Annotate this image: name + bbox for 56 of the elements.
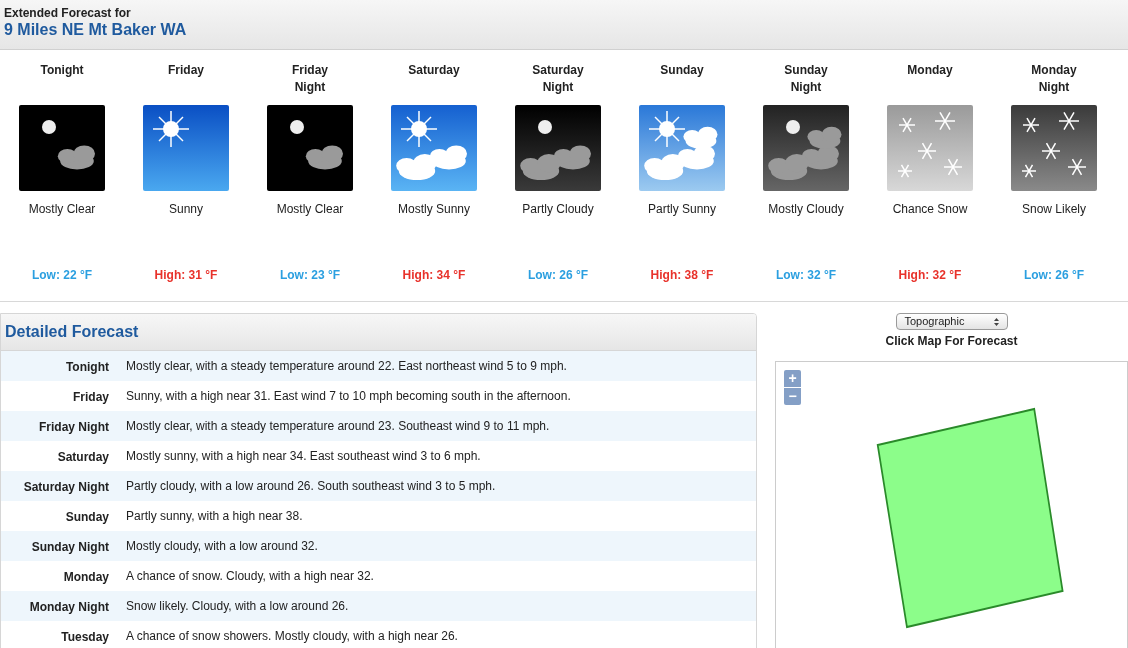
forecast-summary: Mostly Clear <box>276 201 344 217</box>
period-label: Sunday <box>64 509 109 526</box>
period-name: Saturday <box>407 62 461 79</box>
forecast-summary: Mostly Cloudy <box>768 201 844 217</box>
temperature: Low: 32 °F <box>775 267 837 284</box>
period-label: Friday Night <box>38 419 109 436</box>
forecast-summary: Sunny <box>169 201 203 217</box>
temperature: High: 34 °F <box>402 267 466 284</box>
forecast-text: Partly cloudy, with a low around 26. South southeast wind 3 to 5 mph. <box>126 478 496 495</box>
temperature: Low: 23 °F <box>279 267 341 284</box>
period-label: Sunday Night <box>30 539 109 556</box>
temperature: Low: 26 °F <box>1023 267 1085 284</box>
temperature: High: 31 °F <box>154 267 218 284</box>
period-label: Tuesday <box>60 629 109 646</box>
period-label: Friday <box>72 389 109 406</box>
forecast-summary: Mostly Clear <box>28 201 96 217</box>
forecast-summary: Chance Snow <box>892 201 968 217</box>
temperature: Low: 26 °F <box>527 267 589 284</box>
temperature: High: 32 °F <box>898 267 962 284</box>
forecast-text: Mostly clear, with a steady temperature around 23. Southeast wind 9 to 11 mph. <box>126 418 550 435</box>
period-label: Tonight <box>64 359 109 376</box>
temperature: Low: 22 °F <box>31 267 93 284</box>
zoom-out-button[interactable]: − <box>784 388 801 405</box>
period-name: Tonight <box>39 62 85 79</box>
header-subtitle: Extended Forecast for <box>4 6 132 20</box>
forecast-text: A chance of snow. Cloudy, with a high near 32. <box>126 568 374 585</box>
forecast-summary: Partly Sunny <box>647 201 716 217</box>
period-label: Saturday Night <box>22 479 109 496</box>
period-name: Sunday Night <box>783 62 829 96</box>
forecast-text: A chance of snow showers. Mostly cloudy, with a high near 26. <box>126 628 458 645</box>
period-name: Sunday <box>659 62 705 79</box>
forecast-text: Mostly clear, with a steady temperature around 22. East northeast wind 5 to 9 mph. <box>126 358 567 375</box>
updown-arrows-icon <box>993 317 999 326</box>
period-name: Friday Night <box>291 62 329 96</box>
forecast-text: Mostly sunny, with a high near 34. East southeast wind 3 to 6 mph. <box>126 448 481 465</box>
panel-title: Detailed Forecast <box>5 322 139 342</box>
temperature: High: 38 °F <box>650 267 714 284</box>
map-view[interactable]: + − <box>775 361 1128 648</box>
period-label: Saturday <box>56 449 109 466</box>
forecast-text: Partly sunny, with a high near 38. <box>126 508 303 525</box>
forecast-summary: Mostly Sunny <box>398 201 470 217</box>
forecast-summary: Partly Cloudy <box>522 201 594 217</box>
layer-select[interactable]: Topographic <box>895 313 1008 330</box>
forecast-text: Mostly cloudy, with a low around 32. <box>126 538 318 555</box>
zoom-in-button[interactable]: + <box>784 370 801 387</box>
forecast-text: Sunny, with a high near 31. East wind 7 to 10 mph becoming south in the afternoon. <box>126 388 571 405</box>
forecast-text: Snow likely. Cloudy, with a low around 26. <box>126 598 349 615</box>
period-name: Friday <box>167 62 205 79</box>
period-name: Monday Night <box>1030 62 1078 96</box>
period-name: Saturday Night <box>531 62 585 96</box>
period-label: Monday Night <box>28 599 109 616</box>
period-label: Monday <box>62 569 109 586</box>
forecast-summary: Snow Likely <box>1022 201 1086 217</box>
period-name: Monday <box>906 62 954 79</box>
location-title: 9 Miles NE Mt Baker WA <box>4 20 188 40</box>
map-caption: Click Map For Forecast <box>885 333 1018 350</box>
